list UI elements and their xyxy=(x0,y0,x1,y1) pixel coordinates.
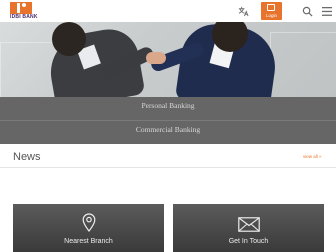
news-divider xyxy=(0,167,336,168)
envelope-icon xyxy=(237,217,260,237)
menu-item-personal-banking[interactable]: Personal Banking xyxy=(0,101,336,110)
site-header: IDBI BANK Login xyxy=(0,0,336,22)
menu-item-commercial-banking[interactable]: Commercial Banking xyxy=(0,125,336,134)
get-in-touch-card[interactable]: Get In Touch xyxy=(173,204,324,252)
hero-handshake-image xyxy=(0,22,336,97)
nearest-branch-card[interactable]: Nearest Branch xyxy=(13,204,164,252)
login-lock-icon xyxy=(267,4,275,11)
login-label: Login xyxy=(265,13,277,18)
login-button[interactable]: Login xyxy=(261,2,282,20)
news-heading: News xyxy=(13,151,41,163)
search-icon[interactable] xyxy=(300,4,314,18)
banking-menu: Personal Banking Commercial Banking xyxy=(0,97,336,144)
view-all-link[interactable]: view all » xyxy=(303,154,322,159)
translate-icon[interactable] xyxy=(236,4,250,18)
menu-divider xyxy=(0,120,336,121)
location-pin-icon xyxy=(82,213,96,237)
get-in-touch-label: Get In Touch xyxy=(228,238,269,245)
bank-logo[interactable]: IDBI BANK xyxy=(10,2,37,20)
nearest-branch-label: Nearest Branch xyxy=(64,238,113,245)
hamburger-menu-icon[interactable] xyxy=(320,4,334,18)
